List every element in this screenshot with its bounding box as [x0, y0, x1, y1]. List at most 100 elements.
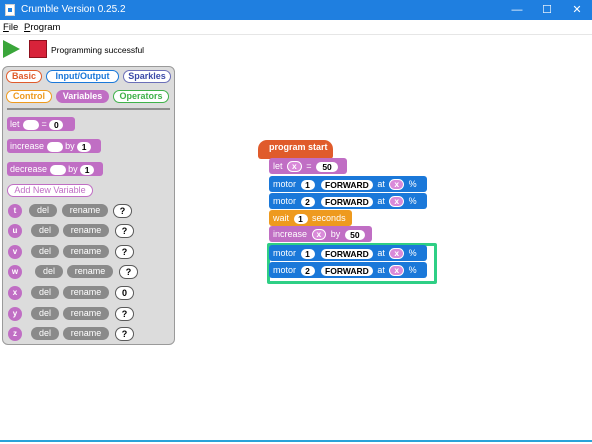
category-control[interactable]: Control	[6, 90, 52, 103]
variable-x-chip[interactable]: x	[389, 179, 405, 191]
increase-by: by	[330, 229, 341, 239]
let-equals: =	[306, 161, 312, 171]
delete-variable-button[interactable]: del	[35, 265, 63, 278]
increase-value[interactable]: 50	[344, 229, 365, 240]
motor-number[interactable]: 2	[300, 265, 315, 276]
variable-value: ?	[119, 265, 138, 279]
increase-label: increase	[10, 141, 45, 151]
add-new-variable-button[interactable]: Add New Variable	[7, 184, 93, 197]
increase-label: increase	[273, 229, 308, 239]
rename-variable-button[interactable]: rename	[67, 265, 113, 278]
variable-row: x del rename 0	[7, 286, 173, 300]
category-sparkles[interactable]: Sparkles	[123, 70, 171, 83]
motor-unit: %	[408, 265, 417, 275]
motor-block[interactable]: motor 1 FORWARD at x %	[269, 245, 427, 261]
variable-chip[interactable]: u	[8, 224, 22, 238]
delete-variable-button[interactable]: del	[31, 307, 59, 320]
decrease-value[interactable]: 1	[80, 164, 95, 175]
let-block[interactable]: let x = 50	[269, 158, 347, 174]
category-variables[interactable]: Variables	[56, 90, 109, 103]
motor-direction[interactable]: FORWARD	[321, 248, 373, 259]
let-variable-slot[interactable]	[23, 119, 40, 130]
variable-value: ?	[113, 204, 132, 218]
variable-x-chip[interactable]: x	[287, 161, 302, 173]
delete-variable-button[interactable]: del	[29, 204, 57, 217]
variable-row: y del rename ?	[7, 307, 173, 321]
rename-variable-button[interactable]: rename	[63, 245, 109, 258]
category-operators[interactable]: Operators	[113, 90, 169, 103]
motor-label: motor	[273, 265, 297, 275]
variable-x-chip[interactable]: x	[389, 265, 405, 277]
program-start-block[interactable]: program start	[258, 140, 333, 159]
variable-value: ?	[115, 307, 134, 321]
variable-chip[interactable]: t	[8, 204, 22, 218]
motor-direction[interactable]: FORWARD	[321, 196, 373, 207]
let-block-template[interactable]: let = 0	[7, 117, 75, 131]
motor-label: motor	[273, 196, 297, 206]
menu-program[interactable]: Program	[24, 22, 60, 33]
let-value[interactable]: 50	[316, 161, 339, 172]
motor-unit: %	[408, 196, 417, 206]
variable-chip[interactable]: v	[8, 245, 22, 259]
rename-variable-button[interactable]: rename	[62, 204, 108, 217]
increase-block-template[interactable]: increase by 1	[7, 139, 101, 153]
motor-at: at	[377, 248, 385, 258]
wait-block[interactable]: wait 1 seconds	[269, 210, 352, 226]
delete-variable-button[interactable]: del	[31, 327, 59, 340]
variable-chip[interactable]: x	[8, 286, 22, 300]
minimize-button[interactable]: —	[500, 0, 534, 20]
rename-variable-button[interactable]: rename	[63, 327, 109, 340]
maximize-button[interactable]: ☐	[530, 0, 564, 20]
app-icon	[5, 4, 15, 16]
window-title: Crumble Version 0.25.2	[21, 4, 126, 15]
motor-block[interactable]: motor 2 FORWARD at x %	[269, 262, 427, 278]
rename-variable-button[interactable]: rename	[63, 224, 109, 237]
let-label: let	[273, 161, 283, 171]
motor-number[interactable]: 1	[300, 179, 315, 190]
decrease-variable-slot[interactable]	[49, 164, 66, 175]
variable-chip[interactable]: z	[8, 327, 22, 341]
increase-value[interactable]: 1	[77, 141, 92, 152]
let-equals: =	[41, 119, 47, 129]
delete-variable-button[interactable]: del	[31, 245, 59, 258]
motor-block[interactable]: motor 2 FORWARD at x %	[269, 193, 427, 209]
variable-x-chip[interactable]: x	[389, 196, 405, 208]
status-text: Programming successful	[51, 45, 145, 55]
delete-variable-button[interactable]: del	[31, 286, 59, 299]
motor-at: at	[377, 179, 385, 189]
block-palette: Basic Input/Output Sparkles Control Vari…	[2, 66, 175, 345]
wait-value[interactable]: 1	[293, 213, 308, 224]
menu-file[interactable]: File	[3, 22, 18, 33]
motor-number[interactable]: 2	[300, 196, 315, 207]
close-button[interactable]: ✕	[560, 0, 592, 20]
increase-block[interactable]: increase x by 50	[269, 226, 372, 242]
variable-x-chip[interactable]: x	[389, 248, 405, 260]
delete-variable-button[interactable]: del	[31, 224, 59, 237]
motor-direction[interactable]: FORWARD	[321, 179, 373, 190]
toolbar: Programming successful	[0, 36, 592, 62]
stop-button[interactable]	[29, 40, 47, 58]
category-input-output[interactable]: Input/Output	[46, 70, 119, 83]
motor-unit: %	[408, 179, 417, 189]
rename-variable-button[interactable]: rename	[63, 307, 109, 320]
motor-at: at	[377, 265, 385, 275]
rename-variable-button[interactable]: rename	[63, 286, 109, 299]
motor-number[interactable]: 1	[300, 248, 315, 259]
motor-label: motor	[273, 248, 297, 258]
variable-value: 0	[115, 286, 134, 300]
variable-row: z del rename ?	[7, 327, 173, 341]
variable-chip[interactable]: y	[8, 307, 22, 321]
variable-x-chip[interactable]: x	[311, 229, 327, 241]
category-basic[interactable]: Basic	[6, 70, 42, 83]
wait-unit: seconds	[312, 213, 346, 223]
palette-divider	[7, 108, 170, 110]
decrease-by: by	[68, 164, 78, 174]
increase-variable-slot[interactable]	[46, 141, 63, 152]
motor-block[interactable]: motor 1 FORWARD at x %	[269, 176, 427, 192]
let-value[interactable]: 0	[49, 119, 64, 130]
run-button[interactable]	[3, 40, 20, 58]
decrease-block-template[interactable]: decrease by 1	[7, 162, 103, 176]
variable-chip[interactable]: w	[8, 265, 22, 279]
motor-direction[interactable]: FORWARD	[321, 265, 373, 276]
motor-at: at	[377, 196, 385, 206]
